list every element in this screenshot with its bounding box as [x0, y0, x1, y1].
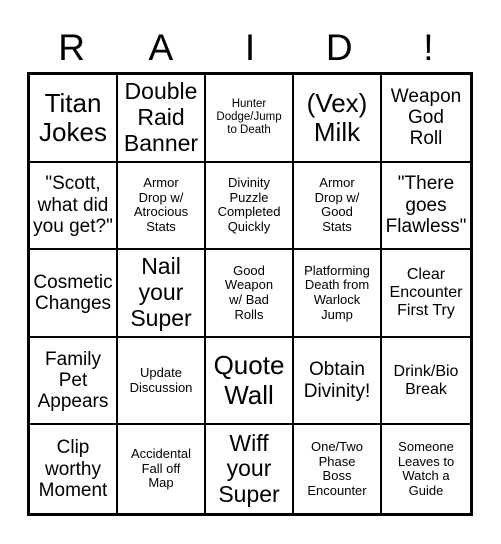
bingo-cell[interactable]: Double Raid Banner [118, 75, 206, 163]
bingo-cell-text: Update Discussion [129, 365, 193, 395]
bingo-cell-text: Clip worthy Moment [38, 437, 108, 501]
bingo-cell[interactable]: Good Weapon w/ Bad Rolls [206, 250, 294, 338]
bingo-cell[interactable]: Drink/Bio Break [382, 337, 470, 426]
bingo-cell-text: Clear Encounter First Try [389, 266, 463, 319]
bingo-cell[interactable]: Clip worthy Moment [30, 425, 118, 513]
bingo-cell-text: Cosmetic Changes [33, 271, 113, 314]
bingo-cell[interactable]: Cosmetic Changes [30, 250, 118, 338]
bingo-cell-text: Someone Leaves to Watch a Guide [397, 439, 455, 498]
bingo-cell[interactable]: Titan Jokes [30, 75, 118, 163]
bingo-cell[interactable]: Wiff your Super [206, 425, 294, 513]
bingo-cell[interactable]: Hunter Dodge/Jump to Death [206, 75, 294, 163]
bingo-cell-text: Nail your Super [130, 253, 192, 331]
bingo-cell-text: Platforming Death from Warlock Jump [304, 262, 370, 322]
bingo-cell-text: Armor Drop w/ Atrocious Stats [133, 175, 189, 234]
header-letter-1-text: R [58, 26, 85, 68]
bingo-cell[interactable]: Divinity Puzzle Completed Quickly [206, 162, 294, 251]
bingo-cell-text: Quote Wall [213, 350, 285, 410]
bingo-cell[interactable]: Accidental Fall off Map [118, 425, 206, 513]
bingo-header-letters: R A I D ! [27, 22, 473, 72]
bingo-cell-text: Weapon God Roll [390, 85, 462, 150]
bingo-cell[interactable]: "There goes Flawless" [382, 162, 470, 251]
header-letter-1: R [27, 22, 116, 72]
bingo-cell[interactable]: Someone Leaves to Watch a Guide [382, 425, 470, 513]
bingo-cell-text: Obtain Divinity! [303, 359, 371, 402]
header-letter-2: A [116, 22, 205, 72]
header-letter-2-text: A [148, 26, 174, 68]
bingo-cell[interactable]: Weapon God Roll [382, 75, 470, 163]
bingo-cell-text: "There goes Flawless" [385, 173, 467, 238]
bingo-cell-text: "Scott, what did you get?" [33, 173, 113, 238]
bingo-cell-text: Divinity Puzzle Completed Quickly [217, 175, 281, 234]
bingo-card-page: R A I D ! Titan Jokes Double Raid Banner H… [0, 0, 501, 544]
header-letter-5-text: ! [423, 26, 434, 68]
bingo-cell-text: Good Weapon w/ Bad Rolls [224, 262, 274, 322]
bingo-cell[interactable]: (Vex) Milk [294, 75, 382, 163]
header-letter-4: D [295, 22, 384, 72]
bingo-cell-text: Drink/Bio Break [393, 362, 459, 398]
bingo-cell-text: Family Pet Appears [37, 348, 109, 413]
header-letter-3: I [205, 22, 294, 72]
bingo-cell[interactable]: Family Pet Appears [30, 337, 118, 426]
bingo-cell-text: Accidental Fall off Map [131, 446, 191, 491]
bingo-cell-text: Armor Drop w/ Good Stats [314, 175, 360, 234]
bingo-cell[interactable]: Armor Drop w/ Atrocious Stats [118, 162, 206, 251]
bingo-cell[interactable]: Clear Encounter First Try [382, 250, 470, 338]
header-letter-3-text: I [244, 26, 256, 68]
bingo-cell-text: Wiff your Super [218, 429, 280, 508]
bingo-cell-text: Hunter Dodge/Jump to Death [216, 98, 282, 137]
header-letter-5: ! [384, 22, 473, 72]
bingo-cell[interactable]: Update Discussion [118, 337, 206, 426]
bingo-cell-text: Titan Jokes [39, 87, 107, 147]
bingo-cell-text: Double Raid Banner [123, 78, 199, 156]
bingo-cell[interactable]: Armor Drop w/ Good Stats [294, 162, 382, 251]
bingo-grid: Titan Jokes Double Raid Banner Hunter Dodg… [27, 72, 473, 516]
bingo-cell[interactable]: Quote Wall [206, 337, 294, 426]
bingo-cell-text: One/Two Phase Boss Encounter [307, 439, 367, 498]
bingo-cell[interactable]: Platforming Death from Warlock Jump [294, 250, 382, 338]
header-letter-4-text: D [325, 26, 353, 68]
bingo-cell[interactable]: Nail your Super [118, 250, 206, 338]
bingo-cell[interactable]: One/Two Phase Boss Encounter [294, 425, 382, 513]
bingo-cell-text: (Vex) Milk [306, 87, 368, 147]
bingo-cell[interactable]: Obtain Divinity! [294, 337, 382, 426]
bingo-cell[interactable]: "Scott, what did you get?" [30, 162, 118, 251]
